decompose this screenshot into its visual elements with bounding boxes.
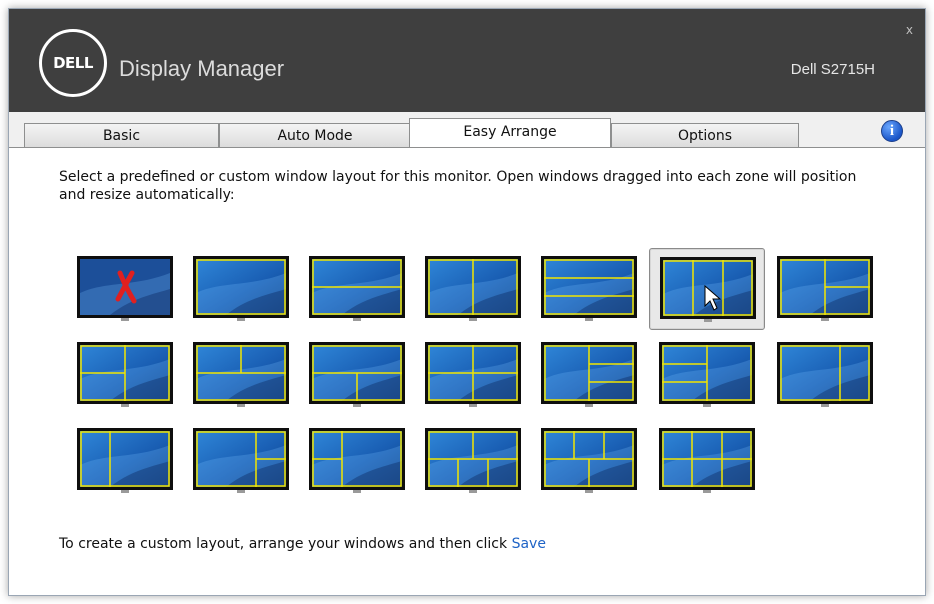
- layout-option-wide-right[interactable]: [777, 342, 873, 412]
- easy-arrange-panel: Select a predefined or custom window lay…: [9, 147, 925, 595]
- layout-option-left-two-mix[interactable]: [309, 428, 405, 498]
- monitor-stand: [704, 319, 712, 322]
- monitor-stand: [585, 490, 593, 493]
- screen-preview: [80, 431, 170, 487]
- close-button[interactable]: x: [906, 23, 913, 37]
- layout-option-top-three-bottom-two[interactable]: [541, 428, 637, 498]
- monitor-name: Dell S2715H: [790, 61, 875, 78]
- monitor-stand: [469, 404, 477, 407]
- screen-preview: [80, 259, 170, 315]
- monitor-thumbnail: [541, 342, 637, 404]
- layout-option-top-two-bottom-three[interactable]: [425, 428, 521, 498]
- screen-preview: [544, 431, 634, 487]
- monitor-stand: [121, 318, 129, 321]
- monitor-thumbnail: [193, 428, 289, 490]
- layout-option-right-two-mix[interactable]: [193, 428, 289, 498]
- app-title: Display Manager: [119, 56, 285, 81]
- screen-preview: [780, 345, 870, 401]
- layout-option-wide-left[interactable]: [77, 428, 173, 498]
- monitor-thumbnail: [309, 428, 405, 490]
- monitor-stand: [353, 404, 361, 407]
- screen-preview: [312, 345, 402, 401]
- layout-option-quad[interactable]: [425, 342, 521, 412]
- screen-preview: [312, 259, 402, 315]
- monitor-thumbnail: [541, 256, 637, 318]
- layout-option-six-grid[interactable]: [659, 428, 755, 498]
- screen-preview: [196, 431, 286, 487]
- layout-option-left-plus-right-three[interactable]: [541, 342, 637, 412]
- monitor-stand: [353, 318, 361, 321]
- monitor-thumbnail: [541, 428, 637, 490]
- screen-preview: [428, 431, 518, 487]
- monitor-stand: [469, 318, 477, 321]
- app-window: DELL Display Manager Dell S2715H x Basic…: [8, 8, 926, 596]
- tab-auto-mode[interactable]: Auto Mode: [219, 123, 411, 147]
- monitor-thumbnail: [77, 342, 173, 404]
- monitor-thumbnail: [193, 342, 289, 404]
- layout-option-left-two-plus-right[interactable]: [77, 342, 173, 412]
- layout-option-off[interactable]: [77, 256, 173, 326]
- tab-options[interactable]: Options: [611, 123, 799, 147]
- screen-preview: [662, 345, 752, 401]
- monitor-thumbnail: [309, 256, 405, 318]
- monitor-stand: [237, 490, 245, 493]
- custom-layout-hint: To create a custom layout, arrange your …: [59, 536, 546, 552]
- tab-easy-arrange[interactable]: Easy Arrange: [409, 118, 611, 147]
- custom-layout-hint-text: To create a custom layout, arrange your …: [59, 536, 512, 552]
- monitor-stand: [121, 490, 129, 493]
- screen-preview: [780, 259, 870, 315]
- monitor-thumbnail: [777, 256, 873, 318]
- tab-basic[interactable]: Basic: [24, 123, 219, 147]
- monitor-stand: [121, 404, 129, 407]
- monitor-thumbnail: [425, 342, 521, 404]
- screen-preview: [196, 345, 286, 401]
- monitor-thumbnail: [77, 428, 173, 490]
- layout-option-two-cols[interactable]: [425, 256, 521, 326]
- layout-option-three-cols[interactable]: [649, 248, 765, 330]
- info-icon[interactable]: i: [881, 120, 903, 142]
- monitor-stand: [585, 404, 593, 407]
- dell-logo-text: DELL: [53, 54, 93, 72]
- monitor-stand: [703, 404, 711, 407]
- monitor-stand: [353, 490, 361, 493]
- monitor-thumbnail: [77, 256, 173, 318]
- monitor-thumbnail: [659, 342, 755, 404]
- monitor-thumbnail: [309, 342, 405, 404]
- tab-strip: Basic Auto Mode Easy Arrange Options i: [9, 112, 925, 147]
- monitor-stand: [469, 490, 477, 493]
- monitor-thumbnail: [425, 428, 521, 490]
- monitor-stand: [585, 318, 593, 321]
- screen-preview: [544, 345, 634, 401]
- screen-preview: [196, 259, 286, 315]
- layout-option-top-two-bottom-one[interactable]: [193, 342, 289, 412]
- layout-description: Select a predefined or custom window lay…: [59, 169, 857, 203]
- monitor-thumbnail: [660, 257, 756, 319]
- screen-preview: [312, 431, 402, 487]
- layout-option-two-rows[interactable]: [309, 256, 405, 326]
- monitor-thumbnail: [659, 428, 755, 490]
- save-link[interactable]: Save: [512, 536, 546, 552]
- screen-preview: [428, 345, 518, 401]
- monitor-stand: [821, 318, 829, 321]
- monitor-stand: [237, 404, 245, 407]
- monitor-stand: [821, 404, 829, 407]
- monitor-thumbnail: [425, 256, 521, 318]
- dell-logo: DELL: [39, 29, 107, 97]
- screen-preview: [662, 431, 752, 487]
- layout-option-left-plus-right-two[interactable]: [777, 256, 873, 326]
- monitor-stand: [703, 490, 711, 493]
- layout-option-left-three-plus-right[interactable]: [659, 342, 755, 412]
- screen-preview: [544, 259, 634, 315]
- screen-preview: [80, 345, 170, 401]
- screen-preview: [663, 260, 753, 316]
- monitor-thumbnail: [193, 256, 289, 318]
- monitor-thumbnail: [777, 342, 873, 404]
- layout-option-full[interactable]: [193, 256, 289, 326]
- screen-preview: [428, 259, 518, 315]
- layout-option-three-rows[interactable]: [541, 256, 637, 326]
- layout-option-top-one-bottom-two[interactable]: [309, 342, 405, 412]
- monitor-stand: [237, 318, 245, 321]
- title-bar: DELL Display Manager Dell S2715H x: [9, 9, 925, 112]
